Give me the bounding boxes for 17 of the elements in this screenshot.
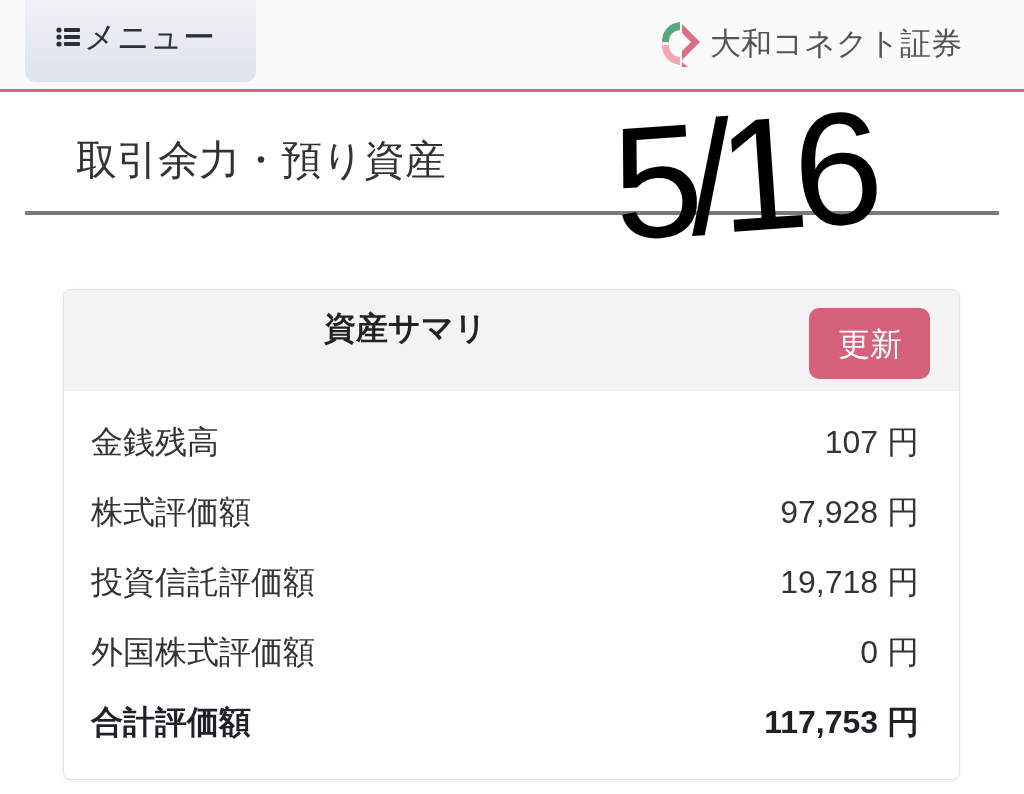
row-label: 外国株式評価額 [91, 633, 315, 672]
page-title: 取引余力・預り資産 [76, 136, 446, 185]
row-value: 19,718 円 [780, 563, 919, 602]
list-icon [56, 27, 80, 47]
row-value: 97,928 円 [780, 493, 919, 532]
row-value: 117,753 円 [764, 703, 919, 742]
menu-button[interactable]: メニュー [25, 0, 256, 82]
row-label: 金銭残高 [91, 423, 219, 462]
refresh-button[interactable]: 更新 [809, 308, 930, 379]
row-label: 株式評価額 [91, 493, 251, 532]
row-label: 投資信託評価額 [91, 563, 315, 602]
brand-name: 大和コネクト証券 [710, 24, 962, 63]
row-label: 合計評価額 [91, 703, 251, 742]
handwritten-note: 5/16 [607, 87, 874, 265]
row-value: 0 円 [860, 633, 919, 672]
row-value: 107 円 [824, 423, 919, 462]
card-title: 資産サマリ [323, 309, 488, 348]
